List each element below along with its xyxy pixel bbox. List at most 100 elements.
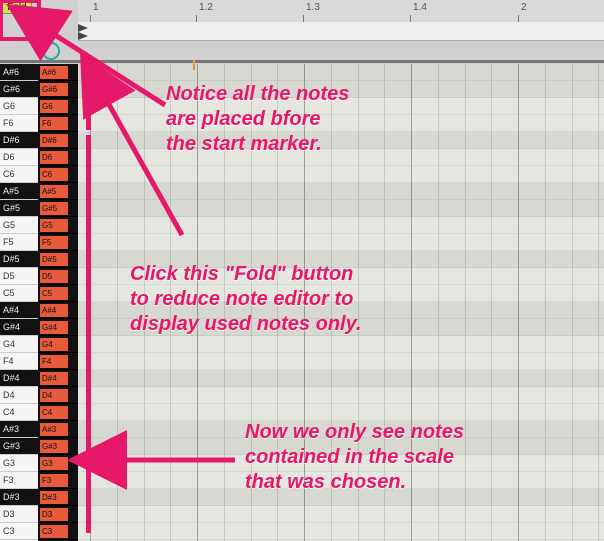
- note-clip[interactable]: G#6: [38, 81, 78, 98]
- note-clip[interactable]: G6: [38, 98, 78, 115]
- note-clip[interactable]: C6: [38, 166, 78, 183]
- note-clip[interactable]: D4: [38, 387, 78, 404]
- grid-row[interactable]: [78, 285, 604, 302]
- note-clip-label: G#4: [40, 321, 68, 334]
- note-clip[interactable]: C4: [38, 404, 78, 421]
- note-clip[interactable]: G#5: [38, 200, 78, 217]
- loop-icon[interactable]: [42, 42, 60, 60]
- grid-row[interactable]: [78, 370, 604, 387]
- note-clip[interactable]: D6: [38, 149, 78, 166]
- fold-button[interactable]: Fold: [2, 0, 32, 14]
- locator-row[interactable]: [78, 22, 604, 41]
- grid-line: [304, 64, 305, 541]
- grid-line: [224, 64, 225, 541]
- piano-key[interactable]: A#3: [0, 421, 38, 438]
- grid-row[interactable]: [78, 353, 604, 370]
- grid-row[interactable]: [78, 319, 604, 336]
- piano-key[interactable]: C5: [0, 285, 38, 302]
- start-marker-icon[interactable]: [78, 24, 88, 32]
- piano-key[interactable]: G#5: [0, 200, 38, 217]
- grid-row[interactable]: [78, 302, 604, 319]
- note-clip[interactable]: A#6: [38, 64, 78, 81]
- grid-row[interactable]: [78, 81, 604, 98]
- piano-key[interactable]: F3: [0, 472, 38, 489]
- grid-row[interactable]: [78, 166, 604, 183]
- grid-row[interactable]: [78, 234, 604, 251]
- note-clip[interactable]: F5: [38, 234, 78, 251]
- grid-row[interactable]: [78, 472, 604, 489]
- note-clip[interactable]: G4: [38, 336, 78, 353]
- piano-key[interactable]: D#5: [0, 251, 38, 268]
- note-clip[interactable]: A#3: [38, 421, 78, 438]
- grid-row[interactable]: [78, 336, 604, 353]
- grid-row[interactable]: [78, 132, 604, 149]
- piano-key[interactable]: A#4: [0, 302, 38, 319]
- grid-row[interactable]: [78, 404, 604, 421]
- piano-key[interactable]: F6: [0, 115, 38, 132]
- grid-row[interactable]: [78, 506, 604, 523]
- piano-key[interactable]: G3: [0, 455, 38, 472]
- grid-row[interactable]: [78, 200, 604, 217]
- piano-key[interactable]: C3: [0, 523, 38, 540]
- ruler-tick: 1.2: [199, 2, 213, 13]
- grid-row[interactable]: [78, 387, 604, 404]
- grid-row[interactable]: [78, 455, 604, 472]
- note-clip[interactable]: D#4: [38, 370, 78, 387]
- note-clip[interactable]: C3: [38, 523, 78, 540]
- grid-row[interactable]: [78, 251, 604, 268]
- grid-line: [117, 64, 118, 541]
- piano-key[interactable]: D3: [0, 506, 38, 523]
- piano-key-column[interactable]: A#6G#6G6F6D#6D6C6A#5G#5G5F5D#5D5C5A#4G#4…: [0, 64, 38, 541]
- note-clip-label: F6: [40, 117, 68, 130]
- piano-key[interactable]: G5: [0, 217, 38, 234]
- note-clip[interactable]: G#3: [38, 438, 78, 455]
- note-clip[interactable]: G5: [38, 217, 78, 234]
- piano-key[interactable]: F5: [0, 234, 38, 251]
- note-clip[interactable]: F6: [38, 115, 78, 132]
- piano-key[interactable]: G#3: [0, 438, 38, 455]
- note-clip[interactable]: A#5: [38, 183, 78, 200]
- grid-row[interactable]: [78, 115, 604, 132]
- piano-key[interactable]: F4: [0, 353, 38, 370]
- grid-row[interactable]: [78, 489, 604, 506]
- piano-key[interactable]: C6: [0, 166, 38, 183]
- piano-key[interactable]: G6: [0, 98, 38, 115]
- grid-row[interactable]: [78, 217, 604, 234]
- note-clip[interactable]: D#5: [38, 251, 78, 268]
- grid-row[interactable]: [78, 183, 604, 200]
- grid-row[interactable]: [78, 64, 604, 81]
- piano-key[interactable]: D4: [0, 387, 38, 404]
- piano-key[interactable]: D#6: [0, 132, 38, 149]
- end-marker-icon[interactable]: [78, 32, 88, 40]
- grid-row[interactable]: [78, 149, 604, 166]
- ruler-tick: 1.4: [413, 2, 427, 13]
- grid-row[interactable]: [78, 421, 604, 438]
- piano-key[interactable]: D#4: [0, 370, 38, 387]
- midi-grid[interactable]: [78, 64, 604, 541]
- piano-key[interactable]: A#6: [0, 64, 38, 81]
- grid-row[interactable]: [78, 98, 604, 115]
- note-clip[interactable]: F3: [38, 472, 78, 489]
- grid-row[interactable]: [78, 438, 604, 455]
- note-clip[interactable]: D3: [38, 506, 78, 523]
- note-clip[interactable]: D5: [38, 268, 78, 285]
- piano-key[interactable]: D6: [0, 149, 38, 166]
- piano-key[interactable]: D5: [0, 268, 38, 285]
- piano-key[interactable]: C4: [0, 404, 38, 421]
- note-clip[interactable]: D#6: [38, 132, 78, 149]
- grid-row[interactable]: [78, 268, 604, 285]
- timeline-ruler[interactable]: 1 1.2 1.3 1.4 2: [78, 0, 604, 23]
- note-clip-label: D5: [40, 270, 68, 283]
- piano-key[interactable]: G4: [0, 336, 38, 353]
- piano-key[interactable]: A#5: [0, 183, 38, 200]
- piano-key[interactable]: G#6: [0, 81, 38, 98]
- note-clip[interactable]: G3: [38, 455, 78, 472]
- note-clip[interactable]: A#4: [38, 302, 78, 319]
- piano-key[interactable]: G#4: [0, 319, 38, 336]
- note-clip[interactable]: D#3: [38, 489, 78, 506]
- note-clip[interactable]: G#4: [38, 319, 78, 336]
- grid-row[interactable]: [78, 523, 604, 540]
- piano-key[interactable]: D#3: [0, 489, 38, 506]
- note-clip[interactable]: C5: [38, 285, 78, 302]
- note-clip[interactable]: F4: [38, 353, 78, 370]
